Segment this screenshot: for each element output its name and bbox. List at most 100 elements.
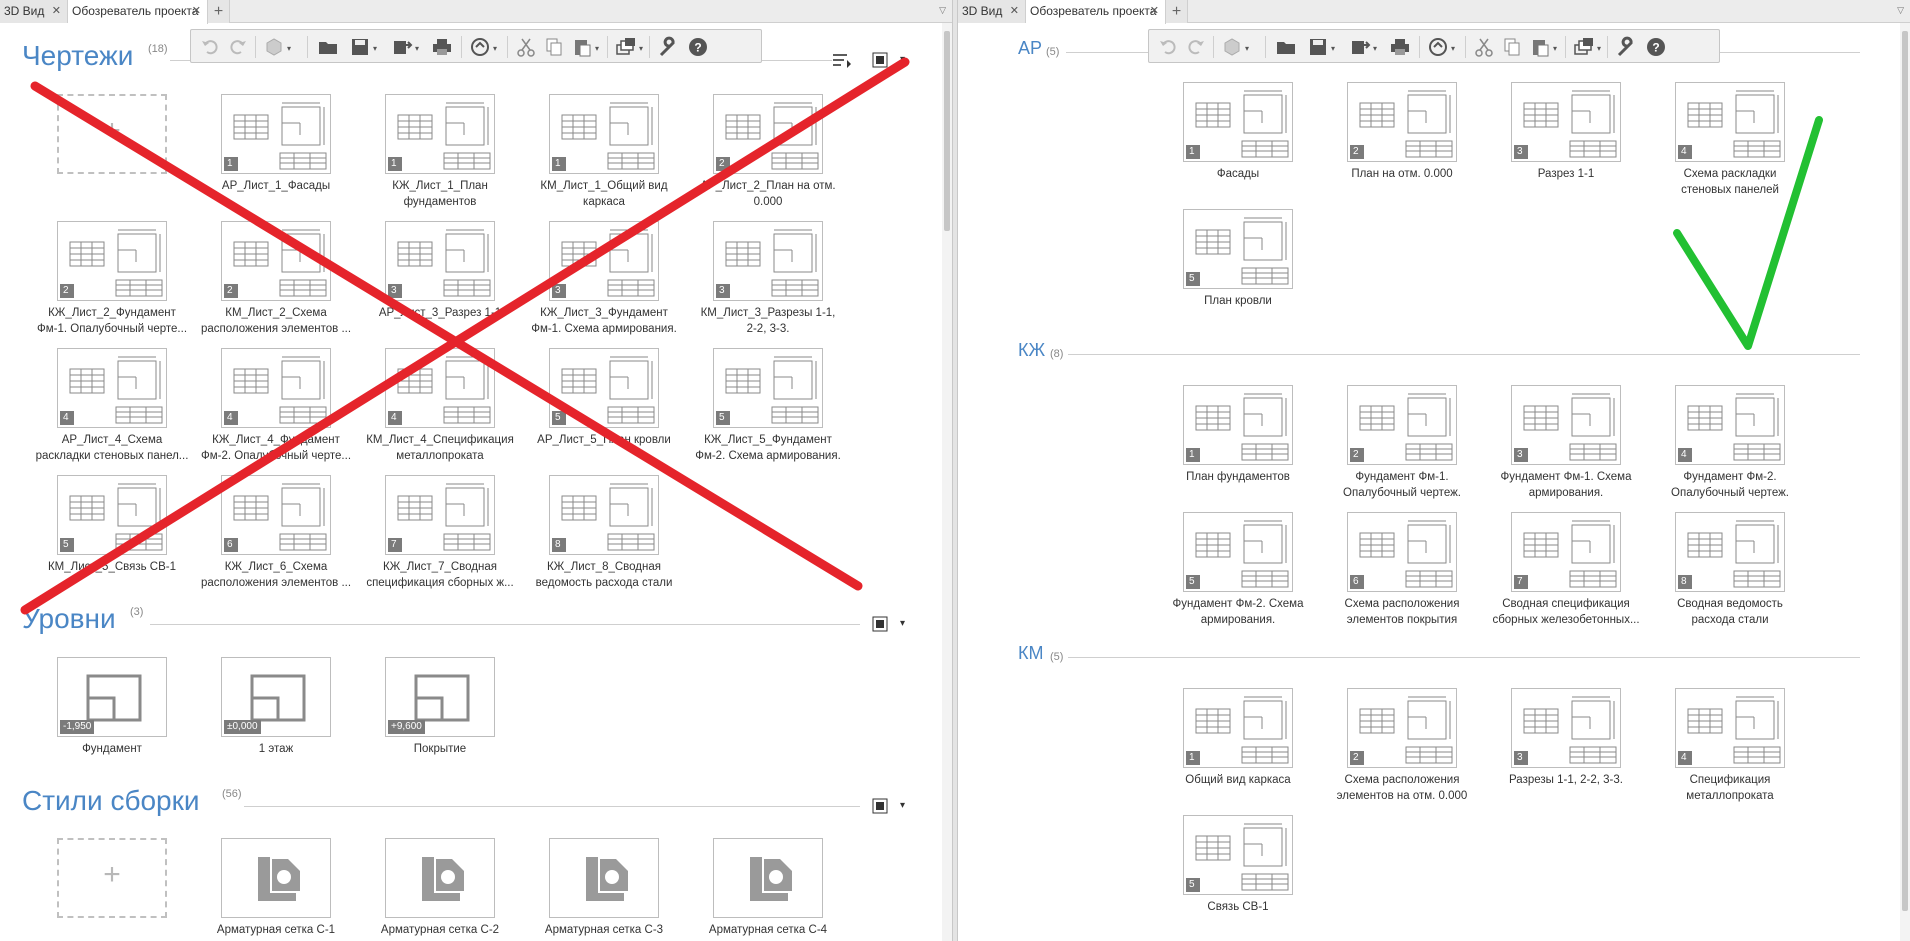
level-card[interactable]: ±0,000 1 этаж: [184, 657, 368, 787]
drawing-card[interactable]: 7 КЖ_Лист_7_Сводная спецификация сборных ж…: [348, 475, 532, 605]
tab-project-browser[interactable]: Обозреватель проекта ✕: [68, 0, 208, 24]
tab-3d-view[interactable]: 3D Вид ✕: [958, 0, 1026, 23]
chevron-down-icon[interactable]: ▾: [1553, 44, 1557, 53]
folder-icon[interactable]: [1275, 36, 1297, 58]
drawing-card[interactable]: 2 КМ_Лист_2_Схема расположения элементов .…: [184, 221, 368, 351]
sheet-card[interactable]: 6 Схема расположения элементов покрытия: [1310, 512, 1494, 642]
scrollbar[interactable]: [1900, 23, 1910, 941]
cloud-sync-icon[interactable]: [469, 36, 491, 58]
add-drawing-button[interactable]: +: [20, 94, 204, 224]
drawing-card[interactable]: 6 КЖ_Лист_6_Схема расположения элементов .…: [184, 475, 368, 605]
ar-section-title[interactable]: АР: [1018, 38, 1042, 59]
sort-icon[interactable]: [832, 52, 852, 68]
assembly-style-card[interactable]: Арматурная сетка С-4: [676, 838, 860, 941]
sheet-card[interactable]: 5 План кровли: [1146, 209, 1330, 339]
scrollbar-thumb[interactable]: [944, 31, 950, 231]
cloud-sync-icon[interactable]: [1427, 36, 1449, 58]
drawing-card[interactable]: 3 КЖ_Лист_3_Фундамент Фм-1. Схема армирова…: [512, 221, 696, 351]
view-mode-button[interactable]: [872, 616, 888, 635]
drawing-card[interactable]: 2 АР_Лист_2_План на отм. 0.000: [676, 94, 860, 224]
chevron-down-icon[interactable]: ▾: [1245, 44, 1249, 53]
cut-icon[interactable]: [1473, 36, 1495, 58]
drawing-card[interactable]: 5 КМ_Лист_5_Связь СВ-1: [20, 475, 204, 605]
chevron-down-icon[interactable]: ▾: [1373, 44, 1377, 53]
print-icon[interactable]: [431, 36, 453, 58]
close-icon[interactable]: ✕: [192, 0, 201, 23]
drawings-section-title[interactable]: Чертежи: [22, 40, 133, 72]
sheet-card[interactable]: 1 План фундаментов: [1146, 385, 1330, 515]
drawing-card[interactable]: 4 КЖ_Лист_4_Фундамент Фм-2. Опалубочный че…: [184, 348, 368, 478]
drawing-card[interactable]: 3 КМ_Лист_3_Разрезы 1-1, 2-2, 3-3.: [676, 221, 860, 351]
folder-icon[interactable]: [317, 36, 339, 58]
export-icon[interactable]: [1349, 36, 1371, 58]
chevron-down-icon[interactable]: ▾: [900, 800, 905, 811]
add-placeholder[interactable]: +: [57, 838, 167, 918]
layers-icon[interactable]: [615, 36, 637, 58]
assembly-style-card[interactable]: Арматурная сетка С-1: [184, 838, 368, 941]
chevron-down-icon[interactable]: ▾: [493, 44, 497, 53]
add-tab-button[interactable]: +: [208, 0, 230, 23]
assembly-style-card[interactable]: Арматурная сетка С-3: [512, 838, 696, 941]
drawing-card[interactable]: 1 АР_Лист_1_Фасады: [184, 94, 368, 224]
add-placeholder[interactable]: +: [57, 94, 167, 174]
chevron-down-icon[interactable]: ▾: [1597, 44, 1601, 53]
chevron-down-icon[interactable]: ▾: [287, 44, 291, 53]
print-icon[interactable]: [1389, 36, 1411, 58]
drawing-card[interactable]: 5 КЖ_Лист_5_Фундамент Фм-2. Схема армирова…: [676, 348, 860, 478]
drawing-card[interactable]: 8 КЖ_Лист_8_Сводная ведомость расхода стал…: [512, 475, 696, 605]
paste-icon[interactable]: [571, 36, 593, 58]
drawing-card[interactable]: 3 АР_Лист_3_Разрез 1-1: [348, 221, 532, 351]
save-icon[interactable]: [349, 36, 371, 58]
copy-icon[interactable]: [1501, 36, 1523, 58]
tab-3d-view[interactable]: 3D Вид ✕: [0, 0, 68, 23]
sheet-card[interactable]: 3 Фундамент Фм-1. Схема армирования.: [1474, 385, 1658, 515]
redo-icon[interactable]: [1185, 36, 1207, 58]
add-tab-button[interactable]: +: [1166, 0, 1188, 23]
drawing-card[interactable]: 4 АР_Лист_4_Схема раскладки стеновых панел…: [20, 348, 204, 478]
sheet-card[interactable]: 4 Спецификация металлопроката: [1638, 688, 1822, 818]
level-card[interactable]: +9,600 Покрытие: [348, 657, 532, 787]
levels-section-title[interactable]: Уровни: [22, 603, 116, 635]
chevron-down-icon[interactable]: ▾: [415, 44, 419, 53]
chevron-down-icon[interactable]: ▾: [900, 54, 905, 65]
export-icon[interactable]: [391, 36, 413, 58]
kzh-section-title[interactable]: КЖ: [1018, 340, 1045, 361]
assembly-styles-section-title[interactable]: Стили сборки: [22, 785, 200, 817]
sheet-card[interactable]: 5 Связь СВ-1: [1146, 815, 1330, 941]
chevron-down-icon[interactable]: ▾: [595, 44, 599, 53]
sheet-card[interactable]: 4 Схема раскладки стеновых панелей: [1638, 82, 1822, 212]
close-icon[interactable]: ✕: [1150, 0, 1159, 23]
sheet-card[interactable]: 2 План на отм. 0.000: [1310, 82, 1494, 212]
3d-box-icon[interactable]: [1221, 36, 1243, 58]
help-icon[interactable]: ?: [1645, 36, 1667, 58]
chevron-down-icon[interactable]: ▾: [1331, 44, 1335, 53]
drawing-card[interactable]: 5 АР_Лист_5_План кровли: [512, 348, 696, 478]
undo-icon[interactable]: [199, 36, 221, 58]
view-mode-button[interactable]: [872, 798, 888, 817]
tab-menu-icon[interactable]: ▽: [939, 5, 946, 16]
chevron-down-icon[interactable]: ▾: [900, 618, 905, 629]
chevron-down-icon[interactable]: ▾: [1451, 44, 1455, 53]
drawing-card[interactable]: 4 КМ_Лист_4_Спецификация металлопроката: [348, 348, 532, 478]
help-icon[interactable]: ?: [687, 36, 709, 58]
chevron-down-icon[interactable]: ▾: [373, 44, 377, 53]
close-icon[interactable]: ✕: [1010, 0, 1019, 23]
chevron-down-icon[interactable]: ▾: [639, 44, 643, 53]
level-card[interactable]: -1,950 Фундамент: [20, 657, 204, 787]
paste-icon[interactable]: [1529, 36, 1551, 58]
view-mode-button[interactable]: [872, 52, 888, 71]
sheet-card[interactable]: 1 Общий вид каркаса: [1146, 688, 1330, 818]
undo-icon[interactable]: [1157, 36, 1179, 58]
copy-icon[interactable]: [543, 36, 565, 58]
sheet-card[interactable]: 4 Фундамент Фм-2. Опалубочный чертеж.: [1638, 385, 1822, 515]
drawing-card[interactable]: 2 КЖ_Лист_2_Фундамент Фм-1. Опалубочный че…: [20, 221, 204, 351]
sheet-card[interactable]: 2 Фундамент Фм-1. Опалубочный чертеж.: [1310, 385, 1494, 515]
sheet-card[interactable]: 7 Сводная спецификация сборных железобетон…: [1474, 512, 1658, 642]
3d-box-icon[interactable]: [263, 36, 285, 58]
sheet-card[interactable]: 3 Разрез 1-1: [1474, 82, 1658, 212]
sheet-card[interactable]: 2 Схема расположения элементов на отм. 0.0…: [1310, 688, 1494, 818]
scrollbar[interactable]: [942, 23, 952, 941]
tab-project-browser[interactable]: Обозреватель проекта ✕: [1026, 0, 1166, 24]
save-icon[interactable]: [1307, 36, 1329, 58]
sheet-card[interactable]: 3 Разрезы 1-1, 2-2, 3-3.: [1474, 688, 1658, 818]
